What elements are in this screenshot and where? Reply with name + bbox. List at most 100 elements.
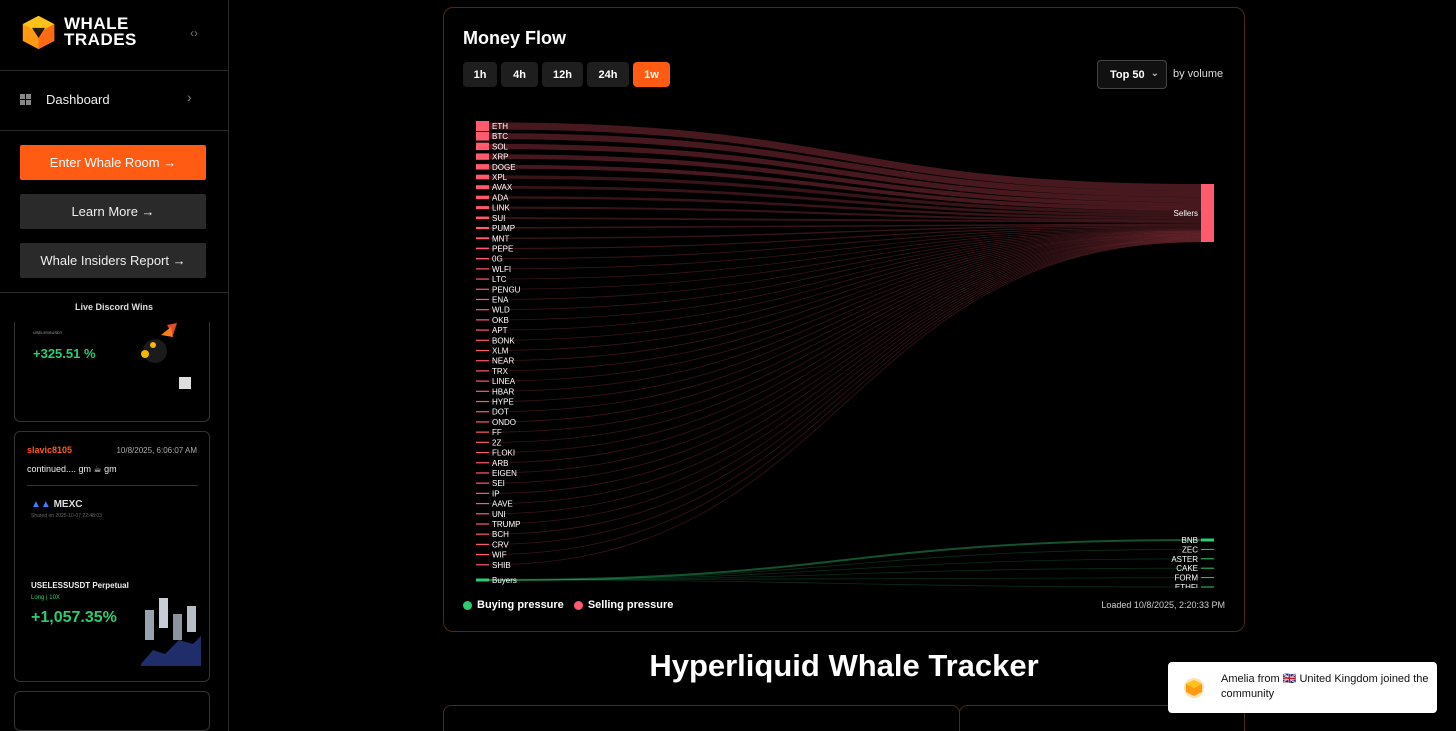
sidebar: WHALE TRADES ‹› Dashboard › Enter Whale … (0, 0, 229, 731)
join-notification-toast[interactable]: Amelia from 🇬🇧 United Kingdom joined the… (1168, 662, 1437, 713)
sell-flow-link (488, 237, 1202, 474)
sell-source-label: APT (492, 326, 508, 335)
sell-source-node (476, 533, 489, 535)
legend-sell: Selling pressure (573, 599, 673, 611)
trade-pair: USELESSUSDT (33, 330, 63, 335)
buy-flow-link (488, 579, 1202, 588)
sell-source-node (476, 564, 489, 566)
sell-source-label: SUI (492, 214, 505, 223)
sell-source-label: SEI (492, 479, 505, 488)
sell-source-node (476, 226, 489, 230)
sell-source-node (476, 482, 489, 484)
sell-source-label: UNI (492, 510, 506, 519)
collapse-sidebar-icon[interactable]: ‹› (190, 26, 198, 40)
sell-source-node (476, 513, 489, 515)
sell-flow-link (488, 241, 1202, 566)
sell-source-label: ENA (492, 295, 509, 304)
sell-source-node (476, 288, 489, 290)
sell-source-label: FLOKI (492, 449, 515, 458)
candles-art-icon (141, 598, 201, 666)
sell-source-label: DOGE (492, 163, 516, 172)
sell-source-label: 0G (492, 255, 503, 264)
sellers-label: Sellers (1174, 209, 1198, 218)
timeframe-24h-button[interactable]: 24h (587, 62, 629, 87)
sell-source-label: SHIB (492, 561, 511, 570)
buy-target-label: ETHFI (1175, 583, 1198, 588)
mexc-logo-icon: ▲▲ (31, 499, 51, 510)
legend-buy: Buying pressure (463, 599, 564, 611)
money-flow-title: Money Flow (463, 28, 566, 48)
chart-legend: Buying pressure Selling pressure (463, 599, 673, 611)
sell-source-node (476, 492, 489, 494)
timeframe-1h-button[interactable]: 1h (463, 62, 497, 87)
toast-message: Amelia from 🇬🇧 United Kingdom joined the… (1221, 673, 1429, 700)
timeframe-4h-button[interactable]: 4h (501, 62, 538, 87)
chevron-down-icon: ⌄ (1150, 68, 1159, 79)
sell-flow-link (488, 240, 1202, 535)
hyperliquid-tracker-title: Hyperliquid Whale Tracker (649, 648, 1039, 683)
timeframe-1w-button[interactable]: 1w (633, 62, 670, 87)
sell-source-label: TRUMP (492, 520, 520, 529)
enter-whale-room-button[interactable]: Enter Whale Room → (20, 145, 206, 180)
whale-insiders-report-button[interactable]: Whale Insiders Report → (20, 243, 206, 278)
exchange-name: ▲▲ MEXC (31, 499, 82, 510)
sell-source-label: LINEA (492, 377, 516, 386)
card-divider (27, 485, 198, 486)
sell-source-node (476, 431, 489, 433)
money-flow-sankey: ETHBTCSOL XRPDOGEXPLAVAXADA LINKSUIPUMPMNT… (476, 121, 1214, 588)
sell-source-node (476, 553, 489, 556)
sell-source-label: PENGU (492, 285, 521, 294)
sell-source-node (476, 319, 489, 321)
sell-source-node (476, 216, 489, 220)
buy-target-label: ZEC (1182, 545, 1198, 554)
trade-pair: USELESSUSDT Perpetual (31, 581, 129, 590)
sell-source-label: ETH (492, 122, 508, 131)
sell-source-node (476, 142, 489, 151)
legend-buy-label: Buying pressure (477, 599, 564, 611)
sell-source-label: HBAR (492, 387, 514, 396)
discord-win-card[interactable]: USELESSUSDT +325.51 % (14, 322, 210, 422)
top-n-value: Top 50 (1110, 68, 1145, 81)
sell-source-label: SOL (492, 142, 509, 151)
sell-source-label: LINK (492, 204, 510, 213)
discord-win-card[interactable] (14, 691, 210, 731)
sell-flow-link (488, 237, 1202, 464)
buy-target-node (1201, 586, 1214, 588)
trade-return: +1,057.35% (31, 609, 117, 626)
sell-source-node (476, 472, 489, 474)
top-n-select[interactable]: Top 50 ⌄ (1097, 60, 1167, 89)
sell-source-label: XPL (492, 173, 508, 182)
buy-target-label: CAKE (1176, 564, 1198, 573)
sell-source-node (476, 543, 489, 545)
discord-feed[interactable]: USELESSUSDT +325.51 % slavic8105 10/8/20… (6, 322, 223, 731)
sell-source-label: HYPE (492, 398, 514, 407)
buy-target-label: FORM (1174, 574, 1198, 583)
sell-source-node (476, 121, 489, 131)
sell-flow-link (488, 238, 1202, 484)
sell-source-node (476, 451, 489, 454)
buy-target-label: ASTER (1171, 555, 1198, 564)
qr-code-icon (179, 377, 191, 389)
buy-target-node (1201, 577, 1214, 579)
post-timestamp: 10/8/2025, 6:06:07 AM (116, 446, 197, 455)
brand-line-2: TRADES (64, 30, 137, 49)
sell-source-label: DOT (492, 408, 509, 417)
trade-return: +325.51 % (33, 346, 96, 361)
sell-source-node (476, 349, 489, 352)
buy-flow-link (488, 558, 1202, 581)
sell-source-node (476, 206, 489, 210)
sell-flow-link (488, 235, 1202, 413)
sidebar-item-dashboard[interactable]: Dashboard › (0, 71, 228, 131)
sell-source-label: IP (492, 489, 500, 498)
grid-icon (20, 94, 31, 105)
learn-more-button[interactable]: Learn More → (20, 194, 206, 229)
sell-source-label: XLM (492, 347, 509, 356)
timeframe-12h-button[interactable]: 12h (542, 62, 583, 87)
buy-target-node (1201, 567, 1214, 569)
buyers-label: Buyers (492, 576, 517, 585)
sell-flow-link (488, 233, 1202, 382)
buy-dot-icon (463, 600, 472, 610)
sell-flow-link (488, 236, 1202, 453)
discord-win-card[interactable]: slavic8105 10/8/2025, 6:06:07 AM continu… (14, 431, 210, 682)
trade-side: Long | 10X (31, 595, 60, 601)
